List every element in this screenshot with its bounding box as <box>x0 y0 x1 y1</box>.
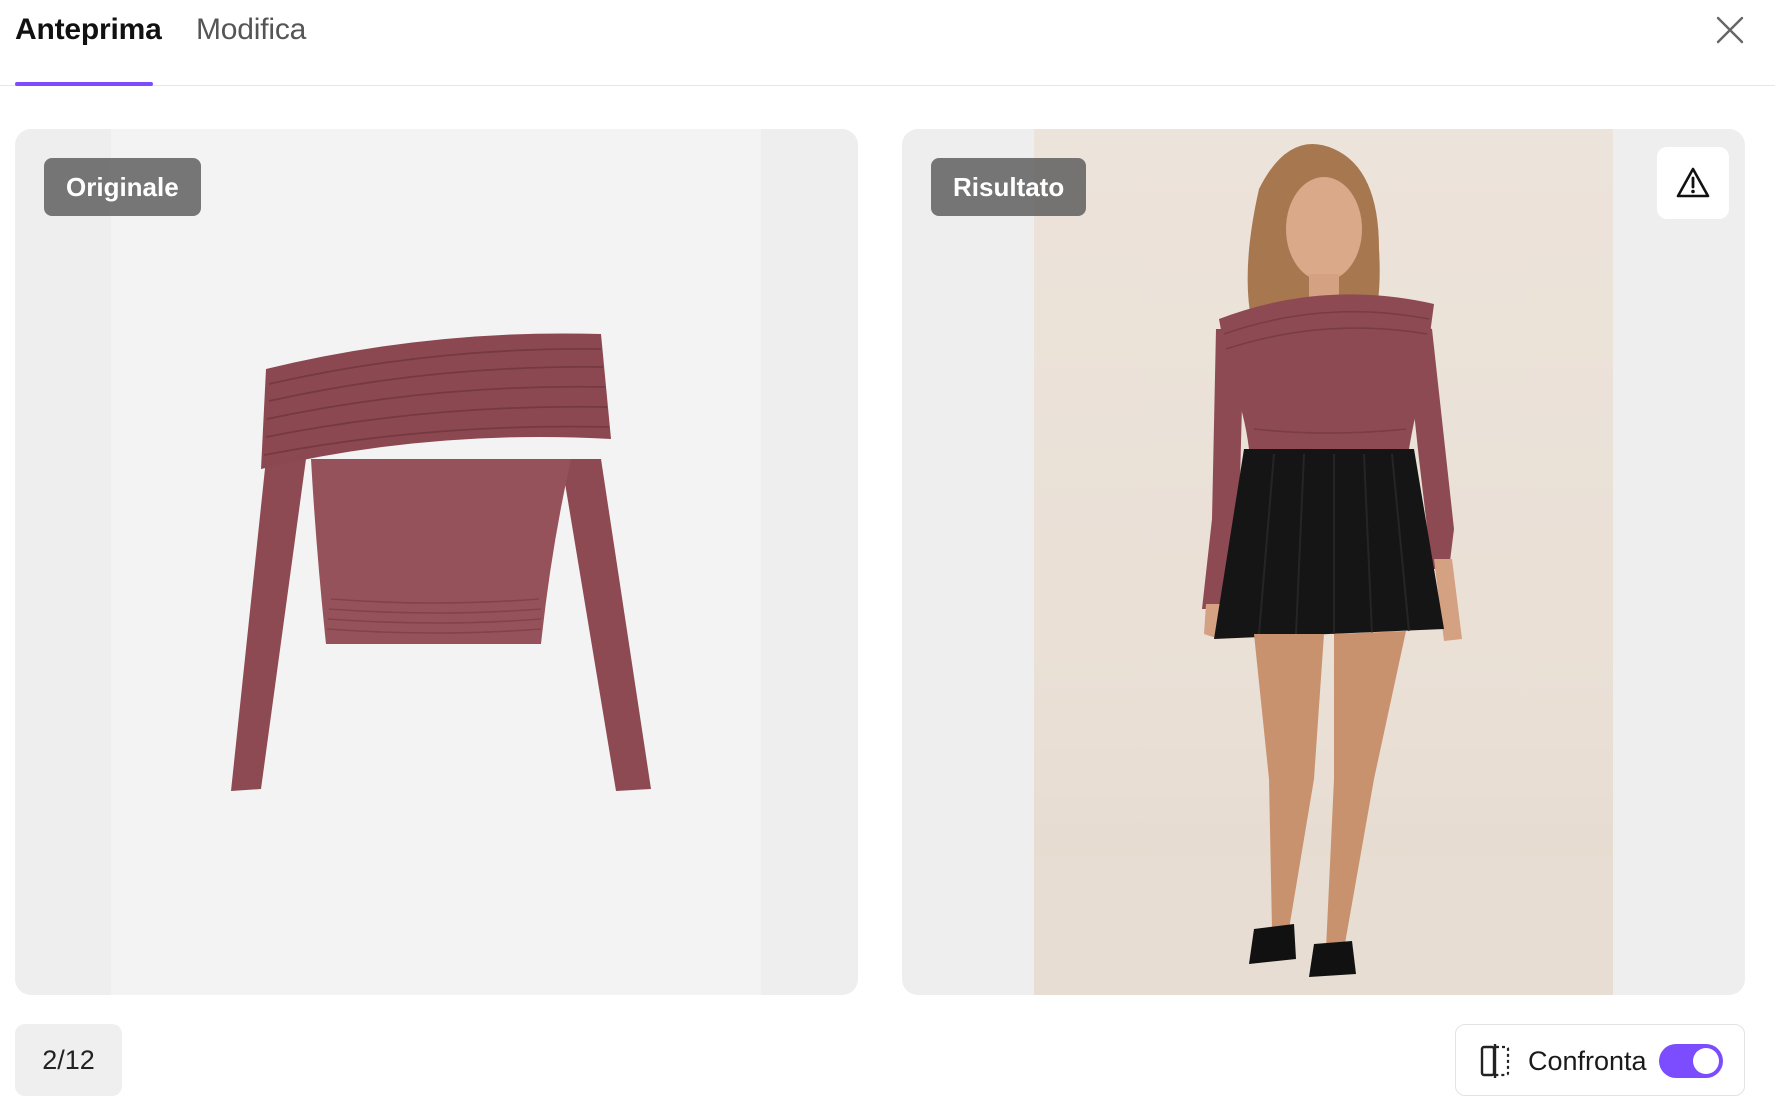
tab-edit[interactable]: Modifica <box>196 10 306 86</box>
model-illustration <box>1202 144 1462 977</box>
close-button[interactable] <box>1710 10 1750 50</box>
tab-preview[interactable]: Anteprima <box>15 10 162 86</box>
toggle-knob <box>1693 1048 1719 1074</box>
compare-control: Confronta <box>1455 1024 1745 1096</box>
result-badge: Risultato <box>931 158 1087 216</box>
report-button[interactable] <box>1657 147 1729 219</box>
top-bar: Anteprima Modifica <box>0 0 1775 86</box>
compare-toggle[interactable] <box>1659 1044 1723 1078</box>
original-image <box>111 129 761 995</box>
result-image <box>1034 129 1613 995</box>
active-tab-indicator <box>15 82 153 86</box>
compare-split-icon <box>1480 1044 1510 1078</box>
warning-triangle-icon <box>1676 167 1710 198</box>
compare-label: Confronta <box>1528 1046 1647 1076</box>
original-badge: Originale <box>44 158 201 216</box>
image-counter: 2/12 <box>15 1024 122 1096</box>
original-panel: Originale <box>15 129 858 995</box>
garment-illustration <box>231 333 651 791</box>
close-icon <box>1716 16 1744 44</box>
result-panel: Risultato <box>902 129 1745 995</box>
